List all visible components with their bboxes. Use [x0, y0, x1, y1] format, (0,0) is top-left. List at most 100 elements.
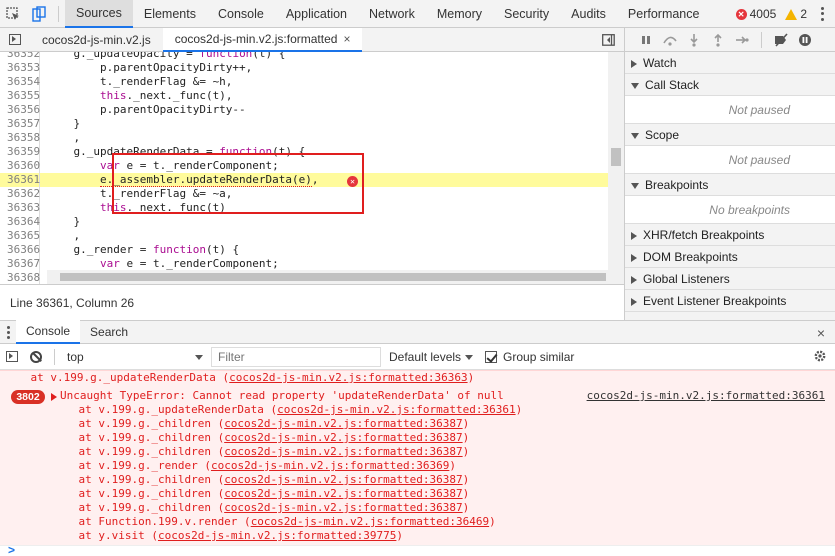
console-toolbar: top Default levels Group similar — [0, 344, 835, 370]
section-header-event-listener-breakpoints[interactable]: Event Listener Breakpoints — [625, 290, 835, 312]
line-number[interactable]: 36360 — [0, 159, 40, 173]
horizontal-scroll-thumb[interactable] — [60, 273, 606, 281]
line-number[interactable]: 36353 — [0, 61, 40, 75]
section-label: XHR/fetch Breakpoints — [643, 228, 765, 242]
inspect-element-icon[interactable] — [0, 0, 26, 28]
error-message[interactable]: Uncaught TypeError: Cannot read property… — [60, 389, 504, 403]
chevron-right-icon — [631, 297, 637, 306]
tab-audits[interactable]: Audits — [560, 0, 617, 28]
clear-console-icon[interactable] — [24, 344, 48, 370]
deactivate-breakpoints-icon[interactable] — [770, 29, 792, 51]
pause-on-exceptions-icon[interactable] — [794, 29, 816, 51]
source-link[interactable]: cocos2d-js-min.v2.js:formatted:39775 — [158, 529, 396, 542]
group-similar-checkbox[interactable] — [485, 350, 498, 363]
section-header-call-stack[interactable]: Call Stack — [625, 74, 835, 96]
line-number[interactable]: 36357 — [0, 117, 40, 131]
step-over-icon[interactable] — [659, 29, 681, 51]
section-empty-message: No breakpoints — [625, 196, 835, 224]
cursor-position: Line 36361, Column 26 — [0, 284, 624, 320]
source-link[interactable]: cocos2d-js-min.v2.js:formatted:36387 — [224, 431, 462, 444]
section-header-watch[interactable]: Watch — [625, 52, 835, 74]
step-out-icon[interactable] — [707, 29, 729, 51]
line-number[interactable]: 36367 — [0, 257, 40, 271]
chevron-down-icon — [631, 82, 639, 89]
drawer-menu-icon[interactable] — [0, 320, 16, 344]
tab-application[interactable]: Application — [275, 0, 358, 28]
file-tab-minified[interactable]: cocos2d-js-min.v2.js — [30, 28, 163, 52]
error-source-link[interactable]: cocos2d-js-min.v2.js:formatted:36361 — [587, 389, 825, 402]
tab-console[interactable]: Console — [207, 0, 275, 28]
source-link[interactable]: cocos2d-js-min.v2.js:formatted:36387 — [224, 417, 462, 430]
console-settings-icon[interactable] — [813, 349, 827, 366]
tab-security[interactable]: Security — [493, 0, 560, 28]
line-number[interactable]: 36368 — [0, 271, 40, 284]
source-link[interactable]: cocos2d-js-min.v2.js:formatted:36369 — [211, 459, 449, 472]
close-drawer-icon[interactable]: × — [817, 321, 825, 345]
tab-sources[interactable]: Sources — [65, 0, 133, 28]
drawer-tab-search[interactable]: Search — [80, 320, 138, 344]
line-number[interactable]: 36361 — [0, 173, 40, 187]
section-header-xhr-fetch-breakpoints[interactable]: XHR/fetch Breakpoints — [625, 224, 835, 246]
code-line: , — [47, 131, 81, 144]
stack-frame: at Function.199.v.render (cocos2d-js-min… — [52, 515, 496, 528]
context-selector[interactable]: top — [61, 347, 209, 367]
tab-performance[interactable]: Performance — [617, 0, 711, 28]
toggle-debugger-icon[interactable] — [596, 28, 620, 52]
code-editor[interactable]: 36352 g._updateOpacity = function(t) {36… — [0, 52, 624, 284]
section-header-global-listeners[interactable]: Global Listeners — [625, 268, 835, 290]
section-label: Event Listener Breakpoints — [643, 294, 787, 308]
source-link[interactable]: cocos2d-js-min.v2.js:formatted:36469 — [251, 515, 489, 528]
tab-elements[interactable]: Elements — [133, 0, 207, 28]
source-link[interactable]: cocos2d-js-min.v2.js:formatted:36387 — [224, 473, 462, 486]
close-tab-icon[interactable]: × — [343, 32, 350, 46]
tab-network[interactable]: Network — [358, 0, 426, 28]
code-line: } — [47, 215, 81, 228]
console-prompt[interactable]: > — [0, 543, 835, 556]
source-link[interactable]: cocos2d-js-min.v2.js:formatted:36363 — [229, 371, 467, 384]
line-number[interactable]: 36354 — [0, 75, 40, 89]
line-number[interactable]: 36356 — [0, 103, 40, 117]
step-into-icon[interactable] — [683, 29, 705, 51]
section-header-dom-breakpoints[interactable]: DOM Breakpoints — [625, 246, 835, 268]
vertical-scrollbar[interactable] — [608, 52, 624, 284]
console-messages: at v.199.g._updateRenderData (cocos2d-js… — [0, 370, 835, 545]
filter-input[interactable] — [211, 346, 381, 367]
pause-icon[interactable] — [635, 29, 657, 51]
more-menu-icon[interactable] — [815, 6, 829, 22]
show-sidebar-icon[interactable] — [0, 344, 24, 370]
source-link[interactable]: cocos2d-js-min.v2.js:formatted:36387 — [224, 487, 462, 500]
section-label: Global Listeners — [643, 272, 730, 286]
source-link[interactable]: cocos2d-js-min.v2.js:formatted:36387 — [224, 445, 462, 458]
section-empty-message: Not paused — [625, 96, 835, 124]
vertical-scroll-thumb[interactable] — [611, 148, 621, 166]
drawer-tab-console[interactable]: Console — [16, 320, 81, 344]
toggle-navigator-icon[interactable] — [0, 28, 30, 52]
log-levels-dropdown[interactable]: Default levels — [389, 350, 475, 364]
error-marker-icon[interactable]: ✕ — [347, 176, 358, 187]
tab-memory[interactable]: Memory — [426, 0, 493, 28]
section-header-scope[interactable]: Scope — [625, 124, 835, 146]
chevron-right-icon — [631, 59, 637, 68]
source-link[interactable]: cocos2d-js-min.v2.js:formatted:36361 — [277, 403, 515, 416]
line-number[interactable]: 36366 — [0, 243, 40, 257]
stack-frame: at v.199.g._updateRenderData (cocos2d-js… — [52, 403, 523, 416]
line-number[interactable]: 36365 — [0, 229, 40, 243]
error-warning-counter[interactable]: ✕ 4005 2 — [735, 0, 807, 28]
line-number[interactable]: 36364 — [0, 215, 40, 229]
expand-arrow-icon[interactable] — [51, 393, 57, 401]
line-number[interactable]: 36358 — [0, 131, 40, 145]
section-header-breakpoints[interactable]: Breakpoints — [625, 174, 835, 196]
line-number[interactable]: 36359 — [0, 145, 40, 159]
step-icon[interactable] — [731, 29, 753, 51]
device-toolbar-icon[interactable] — [26, 0, 52, 28]
line-number[interactable]: 36355 — [0, 89, 40, 103]
warning-icon — [785, 8, 798, 20]
line-number[interactable]: 36352 — [0, 52, 40, 61]
line-number[interactable]: 36363 — [0, 201, 40, 215]
stack-frame: at y.visit (cocos2d-js-min.v2.js:formatt… — [52, 529, 404, 542]
file-tab-formatted[interactable]: cocos2d-js-min.v2.js:formatted × — [162, 27, 363, 52]
line-number[interactable]: 36362 — [0, 187, 40, 201]
stack-frame: at v.199.g._children (cocos2d-js-min.v2.… — [52, 501, 470, 514]
error-count: 4005 — [749, 7, 777, 21]
source-link[interactable]: cocos2d-js-min.v2.js:formatted:36387 — [224, 501, 462, 514]
